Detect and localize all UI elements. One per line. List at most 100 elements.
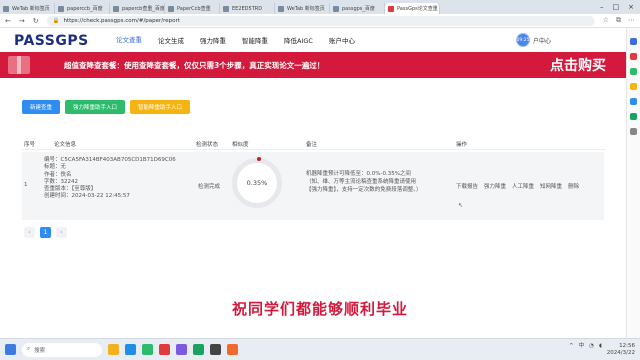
browser-tab-active[interactable]: PassGps论文查重	[385, 3, 440, 14]
wechat-icon[interactable]	[142, 344, 153, 355]
nav-reduce-aigc[interactable]: 降低AIGC	[276, 28, 321, 55]
prev-page-button[interactable]: ‹	[24, 227, 35, 238]
smart-reduce-entry-button[interactable]: 智能降重助手入口	[130, 100, 191, 114]
back-icon[interactable]: ←	[5, 17, 11, 25]
ime-indicator[interactable]: 中	[579, 343, 585, 356]
table-header: 序号 论文信息 检测状态 相似度 备注 操作	[22, 138, 606, 150]
new-check-button[interactable]: 新建查重	[22, 100, 61, 114]
browser-tab[interactable]: PaperCcb查重	[165, 3, 220, 14]
delete-link[interactable]: 删除	[568, 182, 579, 190]
file-explorer-icon[interactable]	[108, 344, 119, 355]
status-text: 检测完成	[198, 184, 221, 190]
wifi-icon[interactable]: ◔	[589, 343, 594, 356]
tab-favicon-icon	[113, 5, 119, 12]
app-icon[interactable]	[210, 344, 221, 355]
paper-created: 创建时间：2024-03-22 12:45:57	[44, 193, 130, 200]
avatar[interactable]: 09:25	[516, 33, 530, 47]
volume-icon[interactable]: ◖	[599, 343, 602, 356]
system-tray[interactable]: ^ 中 ◔ ◖ 12:56 2024/3/22	[569, 343, 635, 356]
download-report-link[interactable]: 下载报告	[456, 182, 478, 190]
paper-title: 标题：无	[44, 164, 67, 171]
close-button[interactable]: ×	[628, 3, 634, 11]
similarity-gauge: 0.35%	[232, 157, 282, 208]
site-logo[interactable]: PASSGPS	[14, 33, 108, 49]
lock-icon: 🔒	[52, 17, 60, 24]
column-header: 序号	[24, 142, 36, 148]
app-icon[interactable]	[159, 344, 170, 355]
strong-reduce-entry-button[interactable]: 强力降重助手入口	[65, 100, 126, 114]
tab-label: EE2ED5TRD	[232, 5, 263, 12]
menu-icon[interactable]: ⋯	[628, 16, 635, 25]
forward-icon[interactable]: →	[19, 17, 25, 25]
manual-reduce-link[interactable]: 人工降重	[512, 182, 534, 190]
window-controls: – □ ×	[600, 3, 640, 11]
reload-icon[interactable]: ↻	[33, 17, 39, 25]
nav-paper-generate[interactable]: 论文生成	[150, 28, 192, 55]
video-caption: 祝同学们都能够顺利毕业	[231, 300, 408, 318]
nav-account-center[interactable]: 账户中心	[321, 28, 363, 55]
browser-tab[interactable]: EE2ED5TRD	[220, 3, 275, 14]
tab-label: WeTab 新标签页	[12, 6, 50, 12]
sidebar-app-icon[interactable]	[630, 113, 637, 120]
search-placeholder: 搜索	[34, 347, 46, 354]
promo-banner[interactable]: 超值查降查套餐：使用查降查套餐，仅仅只需3个步骤，真正实现论文一遍过！ 点击购买	[0, 52, 626, 78]
tab-favicon-icon	[278, 5, 284, 12]
main-nav: 论文查重 论文生成 强力降重 智能降重 降低AIGC 账户中心	[108, 28, 363, 55]
app-icon[interactable]	[176, 344, 187, 355]
buy-now-button[interactable]: 点击购买	[550, 55, 606, 75]
tab-label: passgps_百度	[342, 6, 375, 12]
browser-tab[interactable]: WeTab 新标签页	[0, 3, 55, 14]
remark-line: 机器降重预计可降低至：0.0%-0.35%之间	[306, 171, 411, 177]
tab-favicon-icon	[223, 5, 229, 12]
table-row: 1 编号：C5CA5FA314BF403AB705CD1B71D69C06 标题…	[22, 152, 604, 220]
similarity-value: 0.35%	[246, 179, 268, 187]
nav-paper-check[interactable]: 论文查重	[108, 28, 150, 55]
tab-favicon-icon	[58, 5, 64, 12]
sidebar-app-icon[interactable]	[630, 53, 637, 60]
browser-icon[interactable]	[125, 344, 136, 355]
row-operations: 下载报告 强力降重 人工降重 知网降重 删除	[456, 182, 579, 190]
cnki-reduce-link[interactable]: 知网降重	[540, 182, 562, 190]
sidebar-app-icon[interactable]	[630, 38, 637, 45]
next-page-button[interactable]: ›	[56, 227, 67, 238]
paper-info: 编号：C5CA5FA314BF403AB705CD1B71D69C06 标题：无…	[44, 157, 176, 201]
sidebar-app-icon[interactable]	[630, 98, 637, 105]
sidebar-add-icon[interactable]	[630, 128, 637, 135]
sidebar-app-icon[interactable]	[630, 83, 637, 90]
strong-reduce-link[interactable]: 强力降重	[484, 182, 506, 190]
page-number[interactable]: 1	[40, 227, 51, 238]
minimize-button[interactable]: –	[600, 3, 604, 11]
star-icon[interactable]: ☆	[603, 16, 609, 25]
tab-favicon-icon	[333, 5, 339, 12]
tab-label: papercb查重_百度	[122, 6, 165, 12]
url-input[interactable]: 🔒 https://check.passgps.com/#/paper/repo…	[46, 15, 595, 26]
start-icon[interactable]	[5, 344, 16, 355]
maximize-button[interactable]: □	[613, 3, 620, 11]
browser-tab[interactable]: passgps_百度	[330, 3, 385, 14]
tab-label: WeTab 新标签页	[287, 6, 325, 12]
mouse-cursor-icon: ↖	[458, 202, 464, 209]
nav-strong-reduce[interactable]: 强力降重	[192, 28, 234, 55]
browser-toolbar: ☆ ⧉ ⋯	[603, 16, 635, 25]
column-header: 检测状态	[196, 142, 219, 148]
user-menu[interactable]: 09:25 户中心	[516, 33, 551, 47]
app-icon[interactable]	[227, 344, 238, 355]
taskbar: ⌕ 搜索 ^ 中 ◔ ◖ 12:56 2024/3/22	[0, 338, 640, 360]
sidebar-app-icon[interactable]	[630, 68, 637, 75]
paper-author: 作者：佚名	[44, 171, 72, 178]
banner-text: 超值查降查套餐：使用查降查套餐，仅仅只需3个步骤，真正实现论文一遍过！	[64, 60, 325, 70]
nav-smart-reduce[interactable]: 智能降重	[234, 28, 276, 55]
browser-tab[interactable]: WeTab 新标签页	[275, 3, 330, 14]
browser-tab[interactable]: papercb查重_百度	[110, 3, 165, 14]
tab-favicon-icon	[388, 5, 394, 12]
browser-tab-bar: WeTab 新标签页 paperccb_百度 papercb查重_百度 Pape…	[0, 0, 640, 14]
extensions-icon[interactable]: ⧉	[616, 16, 621, 25]
browser-tab[interactable]: paperccb_百度	[55, 3, 110, 14]
app-icon[interactable]	[193, 344, 204, 355]
gift-box-icon	[8, 56, 30, 74]
chevron-up-icon[interactable]: ^	[569, 343, 574, 356]
column-header: 操作	[456, 142, 468, 148]
column-header: 相似度	[232, 142, 249, 148]
user-center-label[interactable]: 户中心	[533, 36, 551, 45]
taskbar-search[interactable]: ⌕ 搜索	[22, 342, 102, 357]
